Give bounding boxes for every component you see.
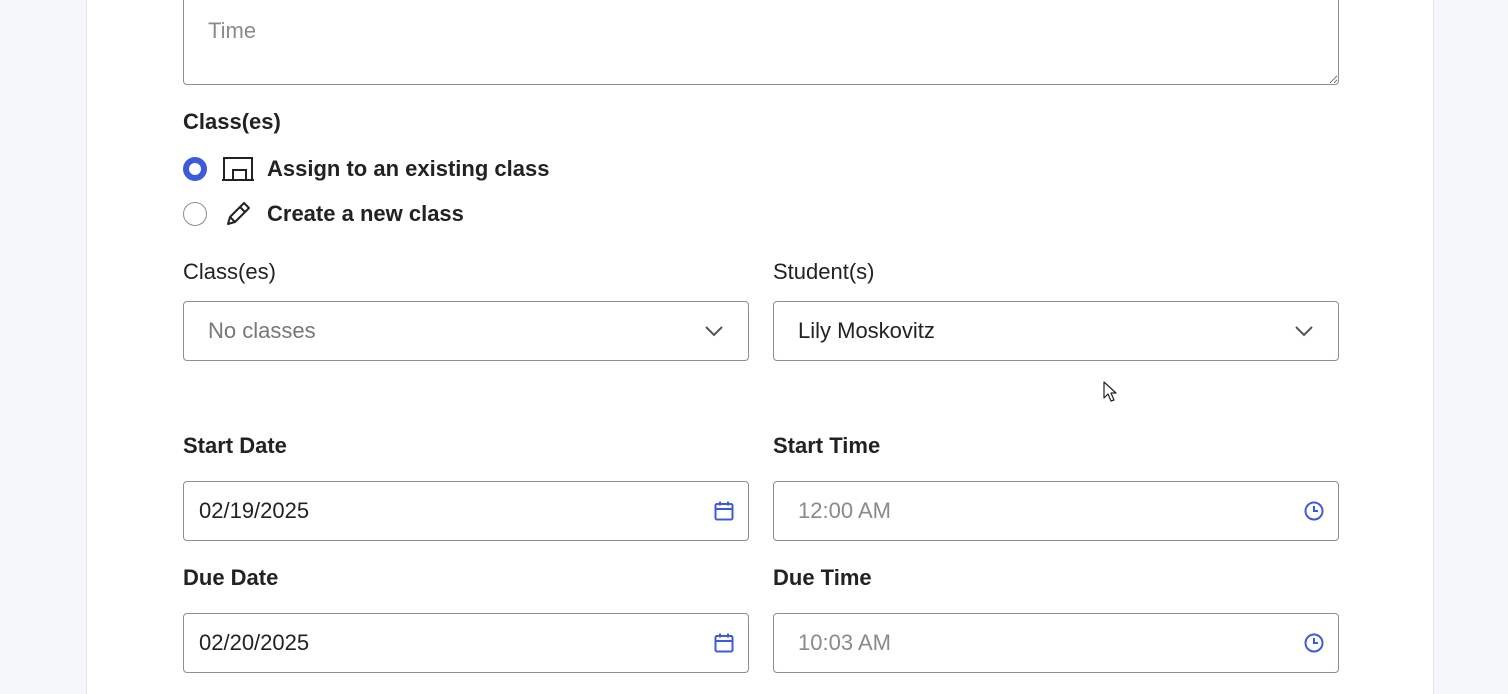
due-time-label: Due Time: [773, 565, 872, 590]
radio-label-assign-existing: Assign to an existing class: [267, 156, 550, 181]
calendar-icon[interactable]: [713, 632, 735, 654]
classes-section-title: Class(es): [183, 109, 281, 134]
clock-icon[interactable]: [1303, 632, 1325, 654]
assignment-form-card: Class(es) Assign to an existing class Cr…: [86, 0, 1434, 694]
radio-button-unselected[interactable]: [183, 202, 207, 226]
student-select-label: Student(s): [773, 259, 875, 284]
start-date-label: Start Date: [183, 433, 287, 458]
start-time-input[interactable]: 12:00 AM: [773, 481, 1339, 541]
student-select-value: Lily Moskovitz: [798, 318, 935, 343]
pencil-icon: [221, 199, 255, 229]
calendar-icon[interactable]: [713, 500, 735, 522]
due-date-value: 02/20/2025: [199, 630, 310, 655]
time-textarea[interactable]: [183, 0, 1339, 85]
radio-create-new-class[interactable]: Create a new class: [183, 198, 464, 230]
classroom-board-icon: [221, 154, 255, 184]
student-select[interactable]: Lily Moskovitz: [773, 301, 1339, 361]
class-select-placeholder: No classes: [208, 318, 316, 343]
radio-button-selected[interactable]: [183, 157, 207, 181]
clock-icon[interactable]: [1303, 500, 1325, 522]
start-date-value: 02/19/2025: [199, 498, 310, 523]
due-time-placeholder: 10:03 AM: [798, 630, 891, 655]
class-select[interactable]: No classes: [183, 301, 749, 361]
class-select-label: Class(es): [183, 259, 276, 284]
start-date-input[interactable]: 02/19/2025: [183, 481, 749, 541]
start-time-placeholder: 12:00 AM: [798, 498, 891, 523]
radio-assign-existing-class[interactable]: Assign to an existing class: [183, 153, 549, 185]
due-date-input[interactable]: 02/20/2025: [183, 613, 749, 673]
chevron-down-icon: [705, 326, 723, 337]
start-time-label: Start Time: [773, 433, 881, 458]
chevron-down-icon: [1295, 326, 1313, 337]
due-date-label: Due Date: [183, 565, 279, 590]
radio-label-create-new: Create a new class: [267, 201, 464, 226]
due-time-input[interactable]: 10:03 AM: [773, 613, 1339, 673]
